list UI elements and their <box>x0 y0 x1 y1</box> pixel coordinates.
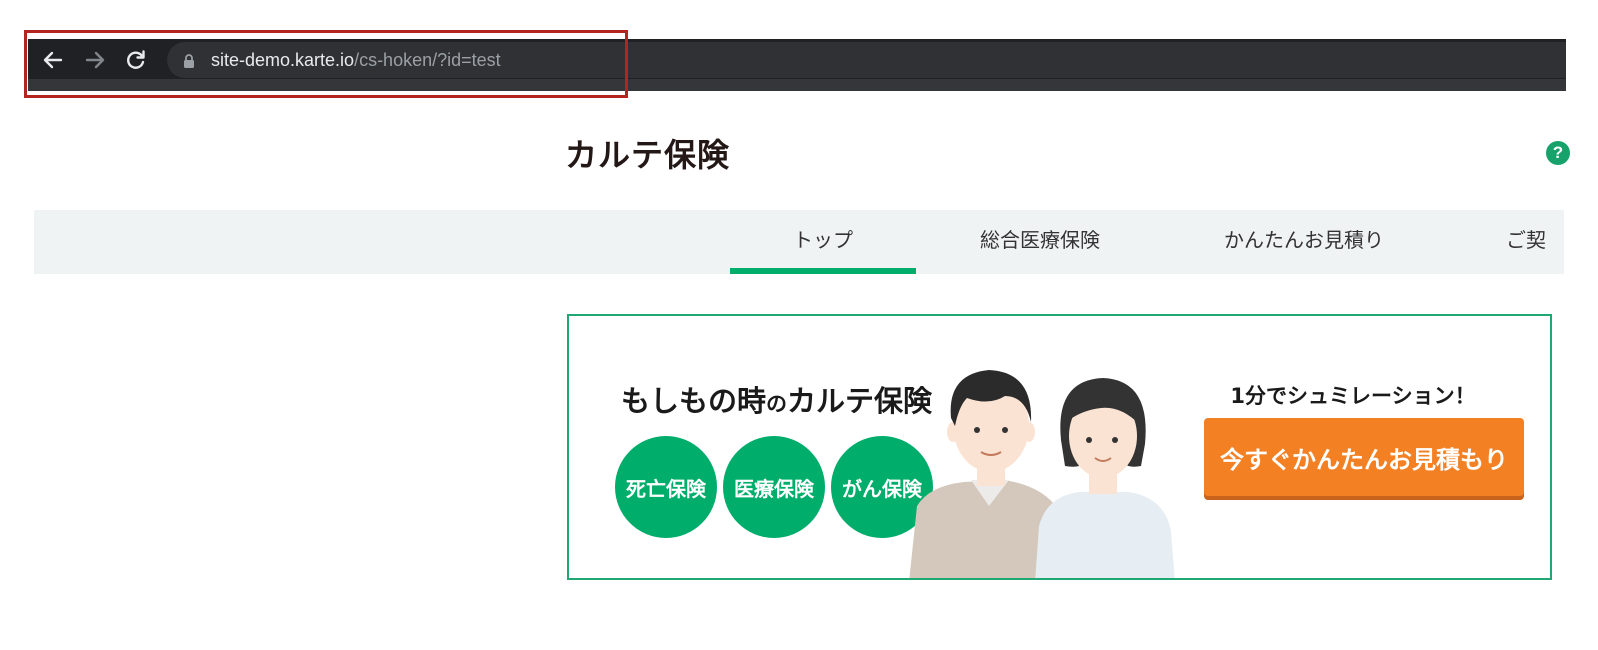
banner-heading-part1: もしもの時 <box>621 384 767 418</box>
woman-figure <box>1035 378 1175 578</box>
banner-heading: もしもの時のカルテ保険 <box>621 378 932 420</box>
medical-insurance-circle: 医療保険 <box>723 436 825 538</box>
quick-estimate-button[interactable]: 今すぐかんたんお見積もり <box>1204 418 1524 496</box>
site-logo-title[interactable]: カルテ保険 <box>565 130 730 176</box>
global-nav: トップ 総合医療保険 かんたんお見積り ご契 <box>34 210 1564 274</box>
help-icon[interactable]: ? <box>1546 141 1570 165</box>
nav-tab-medical-insurance[interactable]: 総合医療保険 <box>940 210 1140 274</box>
death-insurance-circle: 死亡保険 <box>615 436 717 538</box>
nav-tab-quick-estimate[interactable]: かんたんお見積り <box>1194 210 1414 274</box>
highlight-annotation-box <box>24 30 628 98</box>
nav-tab-top[interactable]: トップ <box>730 210 916 274</box>
promo-banner[interactable]: もしもの時のカルテ保険 死亡保険 医療保険 がん保険 1分でシュミレーション！ … <box>567 314 1552 580</box>
couple-illustration <box>909 370 1175 578</box>
simulation-caption: 1分でシュミレーション！ <box>1230 384 1476 408</box>
nav-tab-contract[interactable]: ご契 <box>1506 210 1564 274</box>
banner-heading-particle: の <box>766 392 788 416</box>
